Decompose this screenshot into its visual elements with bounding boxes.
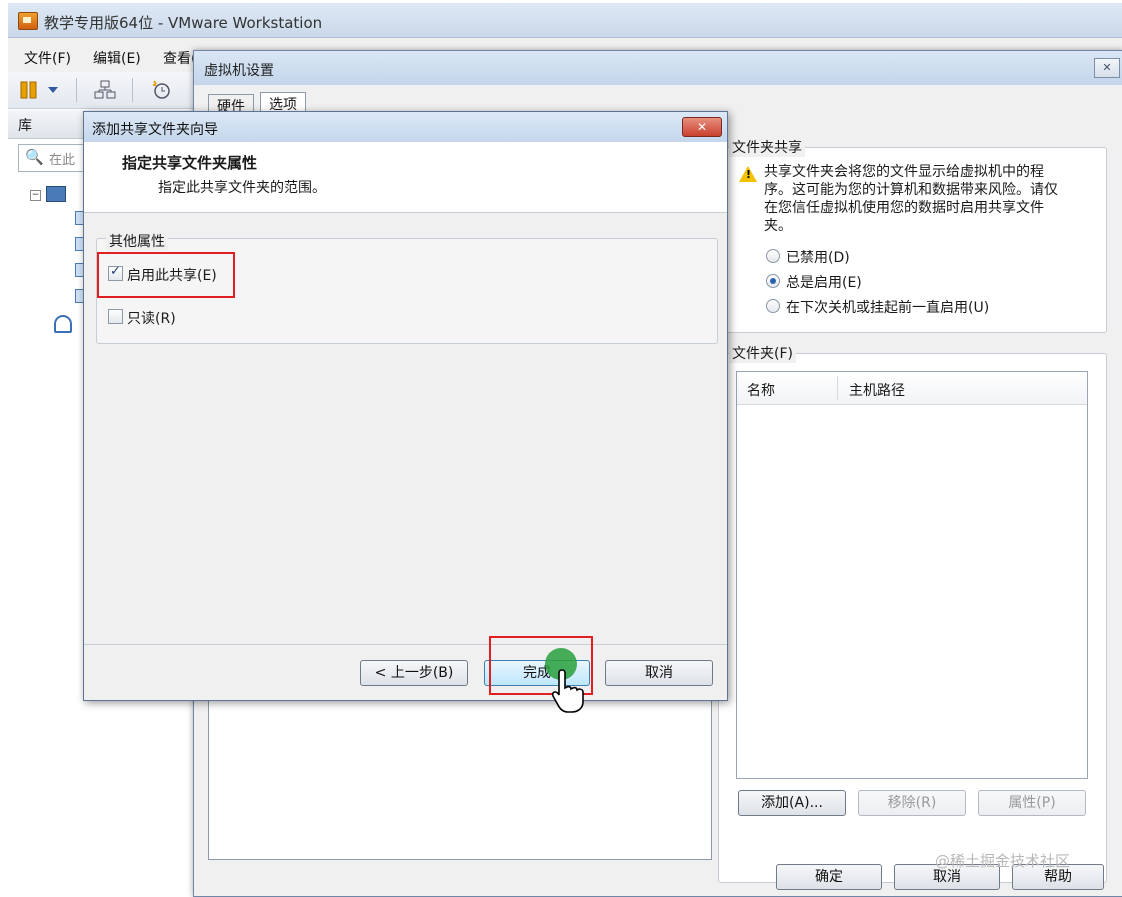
toolbar-divider <box>76 78 77 102</box>
add-shared-folder-wizard: 添加共享文件夹向导 ✕ 指定共享文件夹属性 指定此共享文件夹的范围。 其他属性 … <box>83 111 728 701</box>
chevron-down-icon[interactable] <box>48 87 58 93</box>
shared-folders-group-title: 文件夹共享 <box>729 137 805 157</box>
ok-button[interactable]: 确定 <box>776 864 882 890</box>
radio-button[interactable] <box>766 249 780 263</box>
read-only-label: 只读(R) <box>127 311 176 327</box>
radio-label: 在下次关机或挂起前一直启用(U) <box>786 300 990 316</box>
pause-icon[interactable] <box>20 81 38 99</box>
folders-table[interactable]: 名称 主机路径 <box>736 371 1088 779</box>
cancel-button[interactable]: 取消 <box>605 660 713 686</box>
radio-button[interactable] <box>766 274 780 288</box>
column-header-host-path[interactable]: 主机路径 <box>849 380 905 400</box>
back-button[interactable]: < 上一步(B) <box>360 660 468 686</box>
remove-folder-button[interactable]: 移除(R) <box>858 790 966 816</box>
tree-collapse-icon[interactable]: − <box>30 190 41 201</box>
read-only-checkbox[interactable] <box>108 309 123 324</box>
add-folder-button[interactable]: 添加(A)... <box>738 790 846 816</box>
radio-label: 总是启用(E) <box>786 275 862 291</box>
snapshot-icon[interactable] <box>150 78 172 100</box>
hand-cursor-icon <box>550 668 590 714</box>
watermark: @稀土掘金技术社区 <box>935 852 1071 870</box>
computer-icon <box>46 186 66 202</box>
radio-label: 已禁用(D) <box>786 250 850 266</box>
main-window-titlebar: 教学专用版64位 - VMware Workstation <box>8 3 1122 38</box>
wizard-subheading: 指定此共享文件夹的范围。 <box>158 180 326 196</box>
library-search-placeholder: 在此 <box>49 153 76 168</box>
menu-edit[interactable]: 编辑(E) <box>93 48 141 68</box>
shared-vms-icon[interactable] <box>54 315 72 333</box>
shared-folders-warning: 共享文件夹会将您的文件显示给虚拟机中的程序。这可能为您的计算机和数据带来风险。请… <box>764 164 1058 234</box>
wizard-header: 指定共享文件夹属性 指定此共享文件夹的范围。 <box>84 142 727 213</box>
wizard-heading: 指定共享文件夹属性 <box>122 154 258 172</box>
folder-properties-button[interactable]: 属性(P) <box>978 790 1086 816</box>
warning-icon <box>739 166 757 182</box>
settings-title: 虚拟机设置 <box>204 63 274 79</box>
vmware-app-icon <box>18 12 38 30</box>
toolbar-divider <box>132 78 133 102</box>
library-title: 库 <box>18 118 32 134</box>
network-icon[interactable] <box>94 80 116 100</box>
menu-file[interactable]: 文件(F) <box>24 48 71 68</box>
radio-button[interactable] <box>766 299 780 313</box>
close-icon[interactable]: ✕ <box>1094 58 1120 78</box>
folders-group-title: 文件夹(F) <box>729 343 796 363</box>
folders-table-header: 名称 主机路径 <box>737 372 1087 405</box>
divider <box>84 644 727 645</box>
column-header-name[interactable]: 名称 <box>747 380 775 400</box>
close-icon[interactable]: ✕ <box>682 117 722 137</box>
other-properties-title: 其他属性 <box>106 231 168 251</box>
wizard-title: 添加共享文件夹向导 <box>92 122 218 138</box>
settings-titlebar: 虚拟机设置 ✕ <box>194 51 1122 85</box>
search-icon: 🔍 <box>25 148 44 166</box>
wizard-titlebar: 添加共享文件夹向导 ✕ <box>84 112 727 142</box>
main-window-title: 教学专用版64位 - VMware Workstation <box>44 14 323 32</box>
column-divider[interactable] <box>837 376 838 400</box>
annotation-highlight-box <box>97 252 235 298</box>
